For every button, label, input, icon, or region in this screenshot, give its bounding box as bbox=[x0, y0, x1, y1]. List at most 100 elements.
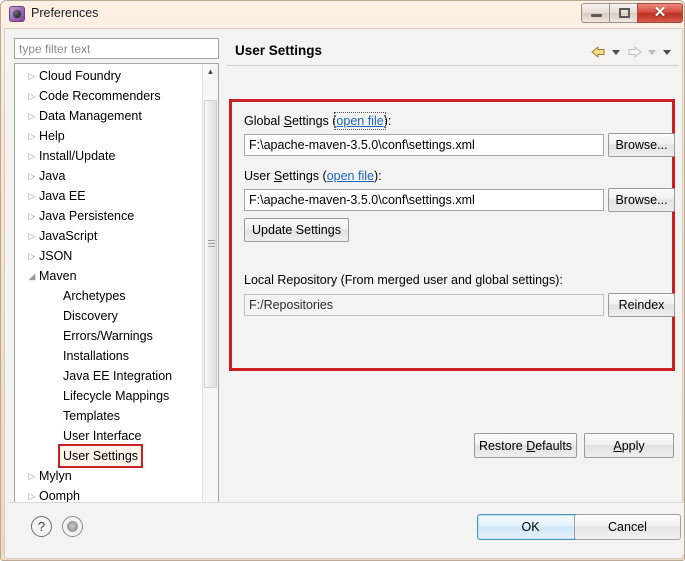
local-repository-label: Local Repository (From merged user and g… bbox=[244, 273, 563, 287]
tree-item-json[interactable]: ▷ JSON bbox=[15, 246, 203, 266]
apply-mnemonic: A bbox=[613, 438, 622, 453]
tree-item-lifecycle-mappings[interactable]: Lifecycle Mappings bbox=[15, 386, 203, 406]
tree-item-code-recommenders[interactable]: ▷ Code Recommenders bbox=[15, 86, 203, 106]
ok-button[interactable]: OK bbox=[477, 514, 584, 540]
chevron-down-icon[interactable]: ◢ bbox=[25, 266, 39, 286]
tree-item-label: Java bbox=[39, 169, 66, 183]
tree-item-java-ee[interactable]: ▷ Java EE bbox=[15, 186, 203, 206]
tree-item-label: Mylyn bbox=[39, 469, 72, 483]
forward-arrow-icon bbox=[625, 44, 644, 61]
eclipse-app-icon bbox=[9, 6, 25, 22]
global-settings-label: Global Settings (open file): bbox=[244, 112, 392, 130]
update-settings-button[interactable]: Update Settings bbox=[244, 218, 349, 242]
chevron-right-icon[interactable]: ▷ bbox=[25, 126, 39, 146]
chevron-right-icon[interactable]: ▷ bbox=[25, 226, 39, 246]
close-button[interactable]: ✕ bbox=[637, 3, 683, 23]
preferences-tree[interactable]: ▷ Cloud Foundry ▷ Code Recommenders ▷ Data Ma… bbox=[14, 63, 219, 521]
chevron-right-icon[interactable]: ▷ bbox=[25, 206, 39, 226]
minimize-icon bbox=[591, 14, 602, 17]
chevron-right-icon[interactable]: ▷ bbox=[25, 66, 39, 86]
panel-menu-chevron-down-icon[interactable] bbox=[661, 44, 674, 61]
window-controls: ✕ bbox=[581, 3, 683, 24]
preferences-window: Preferences ✕ ▷Cloud Foundry▷Code Recomm… bbox=[0, 0, 685, 561]
tree-item-label: Errors/Warnings bbox=[63, 329, 153, 343]
panel-separator bbox=[227, 65, 679, 66]
dialog-button-bar: ? OK Cancel bbox=[8, 502, 684, 555]
chevron-right-icon[interactable]: ▷ bbox=[25, 246, 39, 266]
tree-item-help[interactable]: ▷ Help bbox=[15, 126, 203, 146]
forward-dropdown-chevron-down-icon bbox=[646, 44, 659, 61]
dialog-client-area: ▷Cloud Foundry▷Code Recommenders▷Data Ma… bbox=[4, 28, 684, 559]
user-settings-open-file-link[interactable]: open file bbox=[327, 169, 374, 183]
maximize-button[interactable] bbox=[609, 3, 638, 23]
scrollbar-thumb[interactable] bbox=[204, 100, 217, 388]
chevron-right-icon[interactable]: ▷ bbox=[25, 186, 39, 206]
chevron-right-icon[interactable]: ▷ bbox=[25, 86, 39, 106]
tree-item-installations[interactable]: Installations bbox=[15, 346, 203, 366]
user-settings-label-after: ettings ( bbox=[282, 169, 327, 183]
cancel-button[interactable]: Cancel bbox=[574, 514, 681, 540]
tree-item-data-management[interactable]: ▷ Data Management bbox=[15, 106, 203, 126]
tree-item-label: Code Recommenders bbox=[39, 89, 161, 103]
tree-item-archetypes[interactable]: Archetypes bbox=[15, 286, 203, 306]
back-dropdown-chevron-down-icon[interactable] bbox=[610, 44, 623, 61]
window-title: Preferences bbox=[31, 6, 99, 20]
scroll-up-arrow-icon[interactable]: ▲ bbox=[203, 64, 218, 80]
tree-item-java-ee-integration[interactable]: Java EE Integration bbox=[15, 366, 203, 386]
global-settings-label-end: ): bbox=[383, 114, 392, 128]
tree-item-install-update[interactable]: ▷ Install/Update bbox=[15, 146, 203, 166]
tree-item-label: Discovery bbox=[63, 309, 118, 323]
tree-items-container: ▷ Cloud Foundry ▷ Code Recommenders ▷ Data Ma… bbox=[15, 66, 203, 506]
tree-item-java[interactable]: ▷ Java bbox=[15, 166, 203, 186]
minimize-button[interactable] bbox=[581, 3, 610, 23]
tree-scrollbar[interactable]: ▲ ▼ bbox=[202, 64, 218, 520]
maximize-icon bbox=[619, 8, 630, 18]
restore-defaults-button[interactable]: Restore Defaults bbox=[474, 433, 577, 458]
chevron-right-icon[interactable]: ▷ bbox=[25, 166, 39, 186]
tree-item-discovery[interactable]: Discovery bbox=[15, 306, 203, 326]
user-settings-label-before: User bbox=[244, 169, 274, 183]
settings-panel: User Settings Global Settings (open file… bbox=[227, 35, 679, 523]
user-settings-mnemonic: S bbox=[273, 169, 283, 183]
tree-item-label: Java EE Integration bbox=[63, 369, 173, 383]
page-title: User Settings bbox=[235, 43, 323, 58]
filter-input[interactable] bbox=[14, 38, 219, 59]
tree-item-mylyn[interactable]: ▷ Mylyn bbox=[15, 466, 203, 486]
global-settings-path-input[interactable] bbox=[244, 134, 604, 156]
tree-item-cloud-foundry[interactable]: ▷ Cloud Foundry bbox=[15, 66, 203, 86]
user-settings-path-input[interactable] bbox=[244, 189, 604, 211]
global-settings-browse-button[interactable]: Browse... bbox=[608, 133, 675, 157]
restore-defaults-before: Restore bbox=[478, 438, 527, 453]
global-settings-label-after: ettings ( bbox=[291, 114, 337, 128]
tree-item-label: Help bbox=[39, 129, 65, 143]
tree-item-label: Oomph bbox=[39, 489, 80, 503]
global-settings-open-file-link[interactable]: open file bbox=[334, 112, 386, 130]
tree-item-label: Installations bbox=[63, 349, 130, 363]
tree-item-errors-warnings[interactable]: Errors/Warnings bbox=[15, 326, 203, 346]
user-settings-label: User Settings (open file): bbox=[244, 169, 382, 183]
panel-navigation bbox=[589, 44, 674, 61]
chevron-right-icon[interactable]: ▷ bbox=[25, 466, 39, 486]
user-settings-browse-button[interactable]: Browse... bbox=[608, 188, 675, 212]
restore-defaults-after: efaults bbox=[535, 438, 573, 453]
tree-item-label: Java Persistence bbox=[39, 209, 135, 223]
back-arrow-icon[interactable] bbox=[589, 44, 608, 61]
tree-item-label: Data Management bbox=[39, 109, 142, 123]
tree-item-maven[interactable]: ◢ Maven bbox=[15, 266, 203, 286]
title-bar: Preferences ✕ bbox=[1, 1, 684, 28]
apply-button[interactable]: Apply bbox=[584, 433, 674, 458]
tree-item-user-settings[interactable]: User Settings bbox=[15, 444, 203, 468]
user-settings-label-end: ): bbox=[373, 169, 382, 183]
tree-item-java-persistence[interactable]: ▷ Java Persistence bbox=[15, 206, 203, 226]
tree-item-user-interface[interactable]: User Interface bbox=[15, 426, 203, 446]
tree-item-templates[interactable]: Templates bbox=[15, 406, 203, 426]
chevron-right-icon[interactable]: ▷ bbox=[25, 146, 39, 166]
tree-item-javascript[interactable]: ▷ JavaScript bbox=[15, 226, 203, 246]
apply-and-close-icon[interactable] bbox=[62, 516, 83, 537]
help-icon[interactable]: ? bbox=[31, 516, 52, 537]
chevron-right-icon[interactable]: ▷ bbox=[25, 106, 39, 126]
tree-item-label: Install/Update bbox=[39, 149, 116, 163]
tree-item-label: User Settings bbox=[57, 444, 144, 468]
local-repository-path-input[interactable] bbox=[244, 294, 604, 316]
reindex-button[interactable]: Reindex bbox=[608, 293, 675, 317]
